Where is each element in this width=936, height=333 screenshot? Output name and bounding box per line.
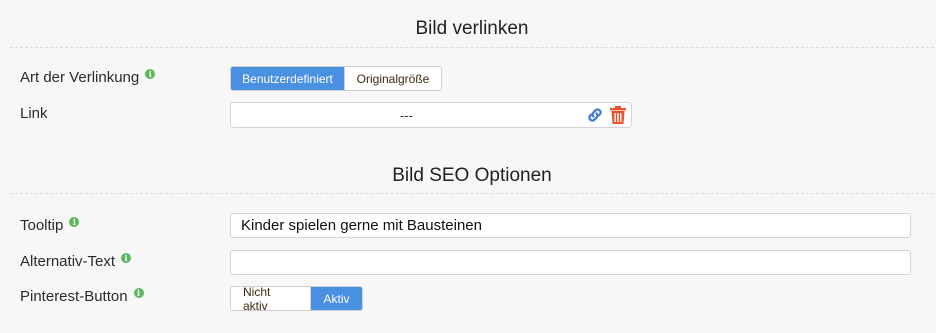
section-title-link: Bild verlinken xyxy=(415,18,529,39)
pinterest-option-inactive[interactable]: Nicht aktiv xyxy=(231,287,311,310)
image-settings-panel: Bild verlinken Art der Verlinkung i Benu… xyxy=(0,0,936,333)
link-type-label: Art der Verlinkung i xyxy=(20,68,156,86)
link-type-option-original-size[interactable]: Originalgröße xyxy=(345,67,441,90)
pinterest-option-active[interactable]: Aktiv xyxy=(311,287,362,310)
alt-text-field[interactable] xyxy=(230,250,911,275)
link-label: Link xyxy=(20,105,48,122)
info-icon[interactable]: i xyxy=(133,287,144,298)
section-divider xyxy=(10,47,934,48)
info-icon[interactable]: i xyxy=(145,68,156,79)
tooltip-label-text: Tooltip xyxy=(20,217,64,234)
pinterest-toggle: Nicht aktiv Aktiv xyxy=(230,286,363,311)
info-icon[interactable]: i xyxy=(69,216,80,227)
tooltip-field[interactable]: Kinder spielen gerne mit Bausteinen xyxy=(230,213,911,238)
section-title-seo: Bild SEO Optionen xyxy=(392,165,552,186)
link-field[interactable]: --- xyxy=(230,102,583,128)
alt-text-label: Alternativ-Text i xyxy=(20,252,132,270)
link-actions xyxy=(582,102,632,128)
trash-icon[interactable] xyxy=(608,105,628,125)
info-icon[interactable]: i xyxy=(121,252,132,263)
link-type-option-custom[interactable]: Benutzerdefiniert xyxy=(231,67,345,90)
link-chain-icon[interactable] xyxy=(585,105,605,125)
link-type-toggle: Benutzerdefiniert Originalgröße xyxy=(230,66,442,91)
link-type-label-text: Art der Verlinkung xyxy=(20,69,140,86)
section-divider xyxy=(10,193,934,194)
pinterest-label: Pinterest-Button i xyxy=(20,287,144,305)
tooltip-label: Tooltip i xyxy=(20,216,80,234)
pinterest-label-text: Pinterest-Button xyxy=(20,288,128,305)
alt-text-label-text: Alternativ-Text xyxy=(20,253,116,270)
